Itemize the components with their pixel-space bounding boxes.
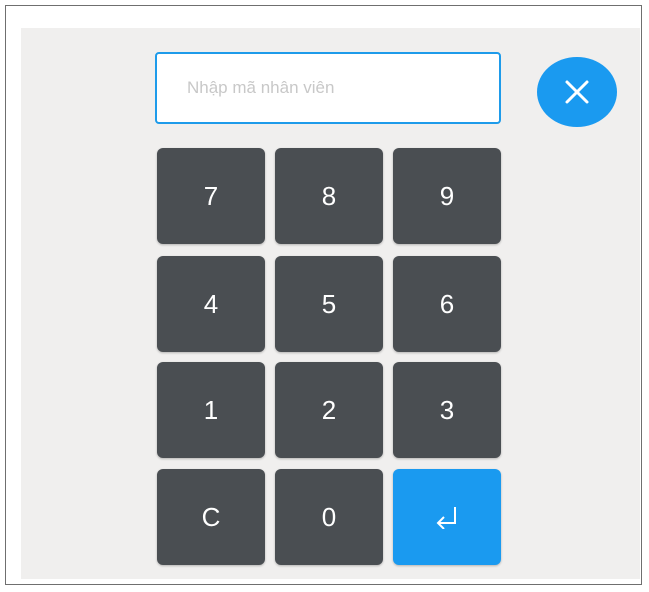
employee-code-input[interactable] (185, 77, 499, 99)
key-4[interactable]: 4 (157, 256, 265, 352)
key-0-label: 0 (321, 501, 337, 532)
key-2[interactable]: 2 (275, 362, 383, 458)
clear-key[interactable]: C (157, 469, 265, 565)
key-8[interactable]: 8 (275, 148, 383, 244)
key-7[interactable]: 7 (157, 148, 265, 244)
key-0[interactable]: 0 (275, 469, 383, 565)
key-5[interactable]: 5 (275, 256, 383, 352)
clear-key-label: C (201, 501, 221, 532)
key-6[interactable]: 6 (393, 256, 501, 352)
key-5-label: 5 (321, 288, 337, 319)
key-1-label: 1 (203, 394, 219, 425)
key-3[interactable]: 3 (393, 362, 501, 458)
key-6-label: 6 (439, 288, 455, 319)
enter-key[interactable] (393, 469, 501, 565)
key-1[interactable]: 1 (157, 362, 265, 458)
enter-return-icon (436, 507, 456, 529)
key-7-label: 7 (203, 180, 219, 211)
key-9[interactable]: 9 (393, 148, 501, 244)
close-button[interactable] (537, 57, 617, 127)
close-icon (565, 80, 589, 104)
key-4-label: 4 (203, 288, 219, 319)
key-2-label: 2 (321, 394, 337, 425)
key-9-label: 9 (439, 180, 455, 211)
key-8-label: 8 (321, 180, 337, 211)
key-3-label: 3 (439, 394, 455, 425)
employee-code-field[interactable] (155, 52, 501, 124)
